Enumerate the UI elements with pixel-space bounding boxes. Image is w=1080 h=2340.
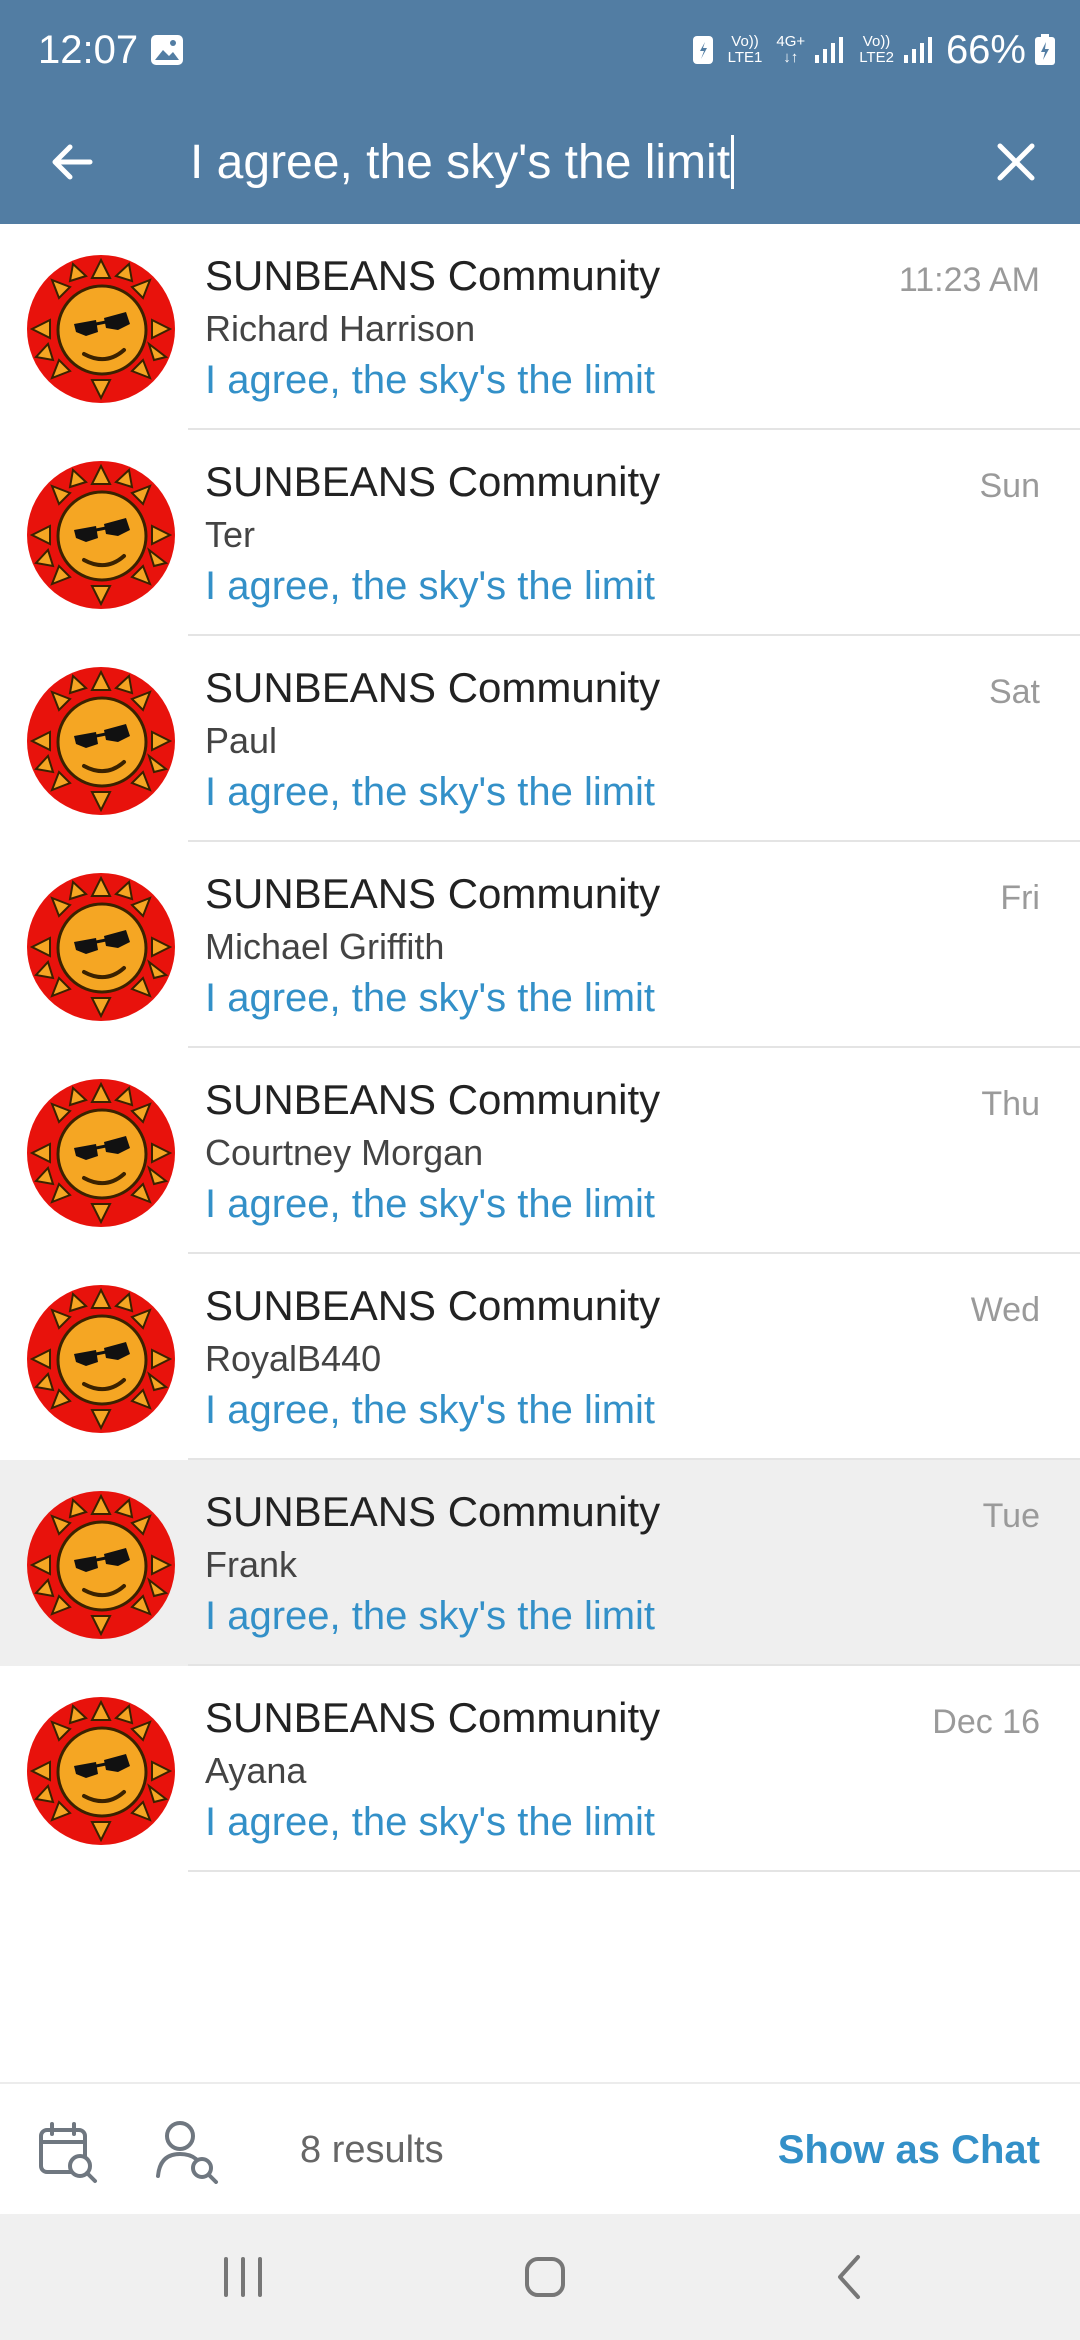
- system-nav-bar: [0, 2214, 1080, 2340]
- search-query: I agree, the sky's the limit: [190, 136, 731, 189]
- group-avatar: [27, 255, 175, 403]
- show-as-chat-button[interactable]: Show as Chat: [778, 2124, 1040, 2176]
- sender-name: Richard Harrison: [205, 308, 476, 349]
- network-label-1: Vo)) LTE1: [728, 34, 763, 66]
- recents-button[interactable]: [208, 2244, 278, 2310]
- chat-name: SUNBEANS Community: [205, 252, 661, 299]
- system-back-button[interactable]: [815, 2244, 885, 2310]
- search-bottom-bar: 8 results Show as Chat: [0, 2082, 1080, 2214]
- group-avatar: [27, 1285, 175, 1433]
- battery-charging-icon: [1035, 34, 1055, 65]
- message-date: Sat: [988, 673, 1040, 711]
- row-divider: [188, 1870, 1080, 1872]
- network-1-bottom: LTE1: [727, 49, 763, 66]
- search-result-row[interactable]: SUNBEANS Community Michael Griffith I ag…: [0, 842, 1080, 1048]
- chat-name: SUNBEANS Community: [205, 1488, 661, 1535]
- sender-name: Michael Griffith: [205, 926, 445, 967]
- sender-name: Paul: [205, 720, 278, 761]
- chat-name: SUNBEANS Community: [205, 870, 661, 917]
- search-toolbar: I agree, the sky's the limit: [0, 100, 1080, 224]
- search-result-row[interactable]: SUNBEANS Community Richard Harrison I ag…: [0, 224, 1080, 430]
- message-date: Tue: [982, 1497, 1040, 1535]
- search-result-row[interactable]: SUNBEANS Community Ter I agree, the sky'…: [0, 430, 1080, 636]
- gallery-icon: [151, 35, 183, 65]
- battery-percent: 66%: [945, 28, 1026, 72]
- message-preview: I agree, the sky's the limit: [205, 1594, 656, 1638]
- person-search-icon: [156, 2121, 218, 2184]
- chat-name: SUNBEANS Community: [205, 1282, 661, 1329]
- network-1-top: Vo)): [731, 33, 759, 50]
- network-3-bottom: LTE2: [859, 49, 894, 66]
- search-result-row[interactable]: SUNBEANS Community Ayana I agree, the sk…: [0, 1666, 1080, 1872]
- message-date: Wed: [970, 1291, 1040, 1329]
- message-preview: I agree, the sky's the limit: [205, 564, 656, 608]
- member-search-button[interactable]: [154, 2118, 222, 2184]
- chevron-left-icon: [838, 2255, 860, 2299]
- network-2-bottom: ↓↑: [783, 49, 799, 66]
- group-avatar: [27, 873, 175, 1021]
- group-avatar: [27, 1697, 175, 1845]
- chat-name: SUNBEANS Community: [205, 458, 661, 505]
- close-icon: [997, 143, 1035, 181]
- search-input[interactable]: I agree, the sky's the limit: [190, 124, 970, 202]
- network-3-top: Vo)): [862, 33, 891, 50]
- message-date: 11:23 AM: [898, 261, 1040, 299]
- chat-name: SUNBEANS Community: [205, 1694, 661, 1741]
- search-result-row[interactable]: SUNBEANS Community RoyalB440 I agree, th…: [0, 1254, 1080, 1460]
- results-count: 8 results: [300, 2129, 444, 2171]
- message-date: Dec 16: [932, 1703, 1040, 1741]
- group-avatar: [27, 667, 175, 815]
- back-button[interactable]: [36, 126, 108, 198]
- sender-name: Frank: [205, 1544, 298, 1585]
- message-preview: I agree, the sky's the limit: [205, 1388, 656, 1432]
- search-result-row[interactable]: SUNBEANS Community Frank I agree, the sk…: [0, 1460, 1080, 1666]
- sender-name: RoyalB440: [205, 1338, 382, 1379]
- group-avatar: [27, 1491, 175, 1639]
- group-avatar: [27, 461, 175, 609]
- calendar-search-button[interactable]: [36, 2120, 100, 2184]
- message-date: Sun: [979, 467, 1041, 505]
- arrow-left-icon: [52, 144, 93, 180]
- status-bar: 12:07 Vo)) LTE1 4G+ ↓↑ Vo)) LTE2 66%: [0, 0, 1080, 100]
- home-icon: [525, 2257, 565, 2297]
- chat-name: SUNBEANS Community: [205, 1076, 661, 1123]
- home-button[interactable]: [510, 2244, 580, 2310]
- chat-name: SUNBEANS Community: [205, 664, 661, 711]
- battery-saver-icon: [692, 36, 713, 64]
- network-label-3: Vo)) LTE2: [859, 34, 894, 66]
- clear-search-button[interactable]: [980, 126, 1052, 198]
- message-date: Thu: [981, 1085, 1040, 1123]
- search-result-row[interactable]: SUNBEANS Community Courtney Morgan I agr…: [0, 1048, 1080, 1254]
- group-avatar: [27, 1079, 175, 1227]
- signal-icon: [815, 37, 844, 63]
- message-preview: I agree, the sky's the limit: [205, 770, 656, 814]
- message-preview: I agree, the sky's the limit: [205, 976, 656, 1020]
- search-results-list: SUNBEANS Community Richard Harrison I ag…: [0, 224, 1080, 1872]
- signal-icon-2: [903, 37, 932, 63]
- message-preview: I agree, the sky's the limit: [205, 1800, 656, 1844]
- text-cursor: [731, 135, 735, 190]
- sender-name: Ter: [205, 514, 256, 555]
- network-label-2: 4G+ ↓↑: [776, 34, 805, 66]
- search-result-row[interactable]: SUNBEANS Community Paul I agree, the sky…: [0, 636, 1080, 842]
- message-date: Fri: [1000, 879, 1040, 917]
- sender-name: Courtney Morgan: [205, 1132, 484, 1173]
- recents-icon: [224, 2257, 262, 2297]
- message-preview: I agree, the sky's the limit: [205, 1182, 656, 1226]
- app-header: 12:07 Vo)) LTE1 4G+ ↓↑ Vo)) LTE2 66% I a…: [0, 0, 1080, 224]
- status-time: 12:07: [38, 28, 139, 72]
- message-preview: I agree, the sky's the limit: [205, 358, 656, 402]
- network-2-top: 4G+: [776, 33, 806, 50]
- calendar-search-icon: [39, 2122, 97, 2183]
- sender-name: Ayana: [205, 1750, 307, 1791]
- status-indicators: Vo)) LTE1 4G+ ↓↑ Vo)) LTE2 66%: [692, 24, 1056, 76]
